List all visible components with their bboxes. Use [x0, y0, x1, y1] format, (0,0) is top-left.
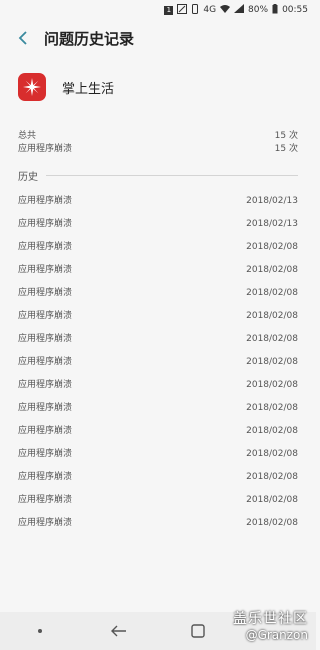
list-item: 应用程序崩溃 2018/02/08 [18, 259, 298, 282]
network-type-label: 4G [203, 5, 217, 15]
item-label: 应用程序崩溃 [18, 265, 73, 275]
item-label: 应用程序崩溃 [18, 403, 73, 413]
watermark: 盖乐世社区 @Granzon [233, 608, 308, 642]
notification-icon: 1 [164, 5, 174, 15]
item-label: 应用程序崩溃 [18, 426, 73, 436]
wifi-icon [220, 4, 231, 16]
list-item: 应用程序崩溃 2018/02/08 [18, 420, 298, 443]
item-date: 2018/02/08 [246, 357, 298, 367]
list-item: 应用程序崩溃 2018/02/08 [18, 282, 298, 305]
item-label: 应用程序崩溃 [18, 288, 73, 298]
item-label: 应用程序崩溃 [18, 311, 73, 321]
clock-label: 00:55 [282, 5, 308, 15]
list-item: 应用程序崩溃 2018/02/13 [18, 190, 298, 213]
crash-label: 应用程序崩溃 [18, 144, 73, 154]
item-date: 2018/02/13 [246, 196, 298, 206]
app-logo-icon [18, 73, 46, 101]
divider [46, 174, 298, 176]
menu-dot-button[interactable] [20, 616, 60, 646]
item-date: 2018/02/08 [246, 265, 298, 275]
battery-icon [272, 3, 278, 17]
item-label: 应用程序崩溃 [18, 449, 73, 459]
list-item: 应用程序崩溃 2018/02/08 [18, 328, 298, 351]
item-date: 2018/02/08 [246, 334, 298, 344]
list-item: 应用程序崩溃 2018/02/08 [18, 512, 298, 535]
home-button[interactable] [178, 616, 218, 646]
back-button[interactable] [14, 26, 32, 50]
watermark-user: @Granzon [245, 628, 308, 642]
item-label: 应用程序崩溃 [18, 472, 73, 482]
list-item: 应用程序崩溃 2018/02/08 [18, 305, 298, 328]
history-list: 应用程序崩溃 2018/02/13 应用程序崩溃 2018/02/13 应用程序崩溃… [0, 190, 316, 535]
item-date: 2018/02/08 [246, 495, 298, 505]
crash-count: 15 次 [274, 144, 298, 154]
summary-section: 总共 15 次 应用程序崩溃 15 次 [0, 130, 316, 156]
list-item: 应用程序崩溃 2018/02/13 [18, 213, 298, 236]
item-label: 应用程序崩溃 [18, 334, 73, 344]
battery-label: 80% [248, 5, 269, 15]
item-label: 应用程序崩溃 [18, 518, 73, 528]
app-info-row: 掌上生活 [0, 56, 316, 108]
item-label: 应用程序崩溃 [18, 357, 73, 367]
home-square-icon [190, 624, 205, 638]
item-date: 2018/02/08 [246, 518, 298, 528]
total-count: 15 次 [274, 131, 298, 141]
app-bar: 问题历史记录 [0, 20, 316, 56]
item-date: 2018/02/08 [246, 403, 298, 413]
nfc-icon [177, 3, 188, 17]
summary-total-row: 总共 15 次 [18, 130, 298, 143]
dot-icon [37, 629, 42, 633]
list-item: 应用程序崩溃 2018/02/08 [18, 397, 298, 420]
item-label: 应用程序崩溃 [18, 196, 73, 206]
summary-crash-row: 应用程序崩溃 15 次 [18, 143, 298, 156]
item-label: 应用程序崩溃 [18, 219, 73, 229]
page-title: 问题历史记录 [44, 29, 135, 48]
vibrate-icon [191, 3, 199, 17]
back-arrow-icon [110, 625, 126, 637]
signal-icon [234, 4, 245, 16]
history-header: 历史 [0, 166, 316, 184]
item-date: 2018/02/08 [246, 380, 298, 390]
item-date: 2018/02/08 [246, 449, 298, 459]
list-item: 应用程序崩溃 2018/02/08 [18, 466, 298, 489]
item-date: 2018/02/08 [246, 288, 298, 298]
item-label: 应用程序崩溃 [18, 495, 73, 505]
back-nav-button[interactable] [99, 616, 139, 646]
list-item: 应用程序崩溃 2018/02/08 [18, 489, 298, 512]
total-label: 总共 [18, 131, 37, 141]
list-item: 应用程序崩溃 2018/02/08 [18, 351, 298, 374]
status-bar: 1 4G 80% 00:55 [0, 0, 316, 20]
item-date: 2018/02/08 [246, 311, 298, 321]
item-label: 应用程序崩溃 [18, 380, 73, 390]
item-label: 应用程序崩溃 [18, 242, 73, 252]
app-name: 掌上生活 [62, 81, 115, 97]
item-date: 2018/02/08 [246, 426, 298, 436]
item-date: 2018/02/08 [246, 472, 298, 482]
item-date: 2018/02/08 [246, 242, 298, 252]
history-label: 历史 [18, 171, 38, 183]
item-date: 2018/02/13 [246, 219, 298, 229]
chevron-left-icon [18, 31, 27, 45]
list-item: 应用程序崩溃 2018/02/08 [18, 236, 298, 259]
list-item: 应用程序崩溃 2018/02/08 [18, 443, 298, 466]
watermark-site: 盖乐世社区 [233, 611, 308, 627]
list-item: 应用程序崩溃 2018/02/08 [18, 374, 298, 397]
